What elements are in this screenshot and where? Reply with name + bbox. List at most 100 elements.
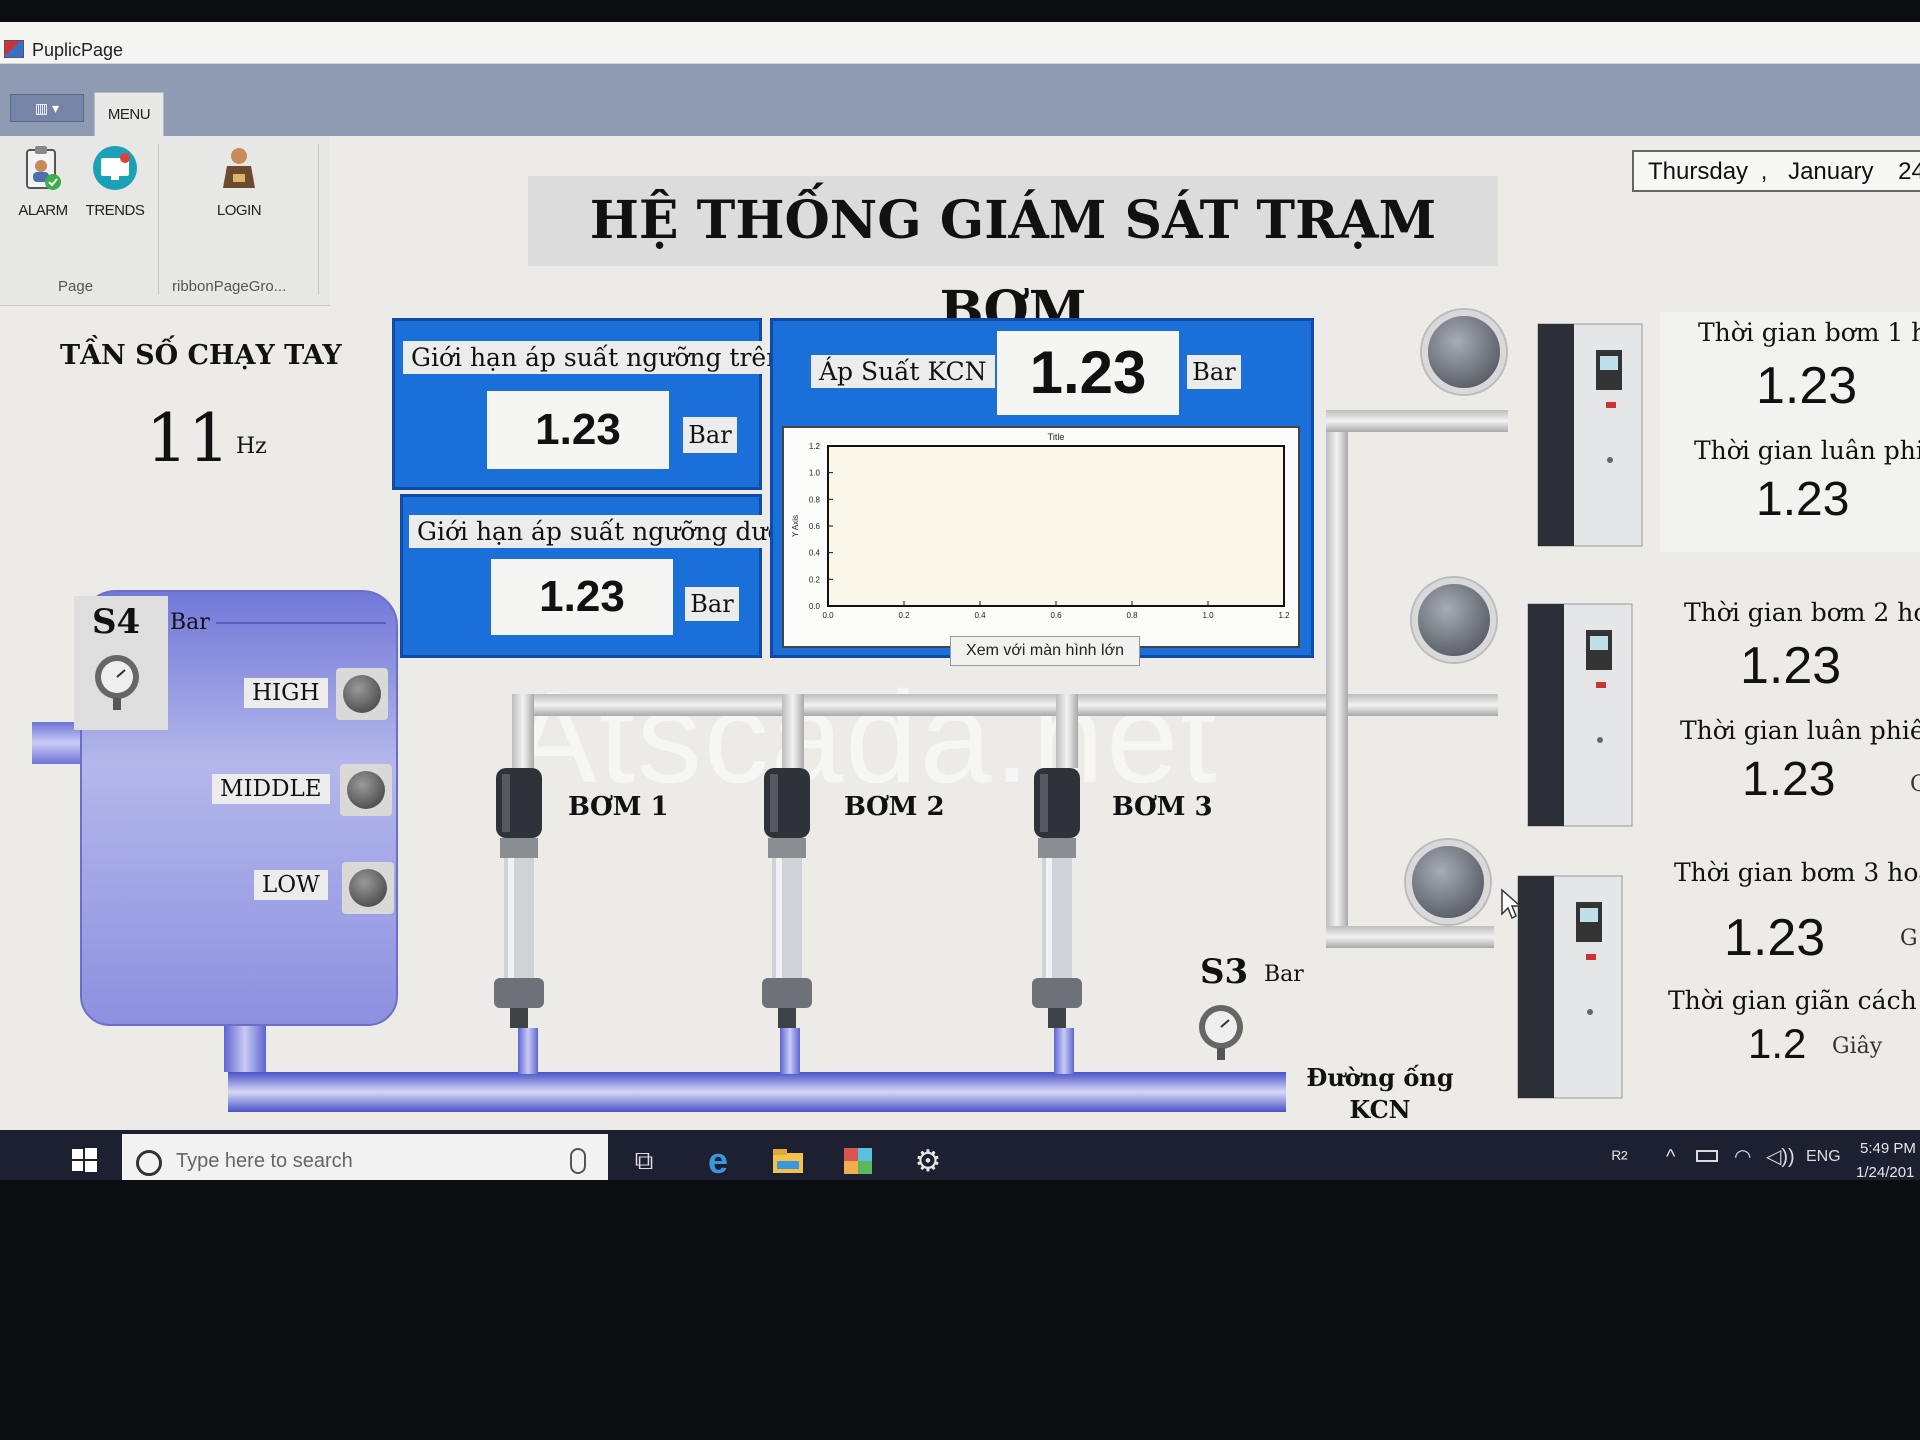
pump1-rotation-label: Thời gian luân phiên xyxy=(1694,436,1920,465)
pump3[interactable] xyxy=(1018,764,1098,1032)
ribbon-body: ALARM TRENDS LOGIN Page ribbonPageGro... xyxy=(0,136,330,306)
chart-svg: Title Y Axis 0.0 0.2 0.4 0.6 0.8 1.0 1.2 0.0 0.2 0.… xyxy=(791,432,1290,620)
app-window: PuplicPage ▥ ▾ MENU ALARM TRENDS LOGIN P… xyxy=(0,22,1920,1180)
edge-browser-icon[interactable]: e xyxy=(698,1140,738,1180)
pressure-gauge-icon xyxy=(1199,1005,1243,1060)
pump2-rotation-unit: G xyxy=(1910,772,1920,797)
settings-gear-icon[interactable]: ⚙ xyxy=(908,1144,948,1178)
chart-x-tick-label: 1.0 xyxy=(1202,611,1214,620)
user-login-icon xyxy=(215,144,263,192)
chart-y-axis-label: Y Axis xyxy=(791,515,800,537)
manual-frequency-label: TẦN SỐ CHẠY TAY xyxy=(60,340,342,371)
upper-limit-panel: Giới hạn áp suất ngưỡng trên 1.23 Bar xyxy=(392,318,791,490)
chart-y-tick-label: 0.2 xyxy=(809,575,821,584)
pump3-run-time-unit: G xyxy=(1900,926,1918,951)
pump2-outlet-pipe xyxy=(780,1028,800,1074)
pump3-gap-time-label: Thời gian giãn cách bơn xyxy=(1668,986,1920,1015)
clock-time[interactable]: 5:49 PM xyxy=(1860,1140,1916,1157)
inverter2-status-lamp xyxy=(1412,578,1496,662)
pump2-rotation-label: Thời gian luân phiên b xyxy=(1680,716,1920,745)
pump2-rotation-value: 1.23 xyxy=(1742,753,1836,806)
microphone-icon[interactable] xyxy=(570,1148,586,1174)
app-icon xyxy=(4,40,24,58)
inverter3[interactable] xyxy=(1510,872,1630,1102)
clipboard-user-icon xyxy=(19,144,67,192)
pump2-run-time-label: Thời gian bơm 2 hoạt xyxy=(1684,598,1920,627)
app-window-icon[interactable] xyxy=(838,1144,878,1178)
upper-limit-value[interactable]: 1.23 xyxy=(487,391,669,469)
pump3-gap-time-value: 1.2 xyxy=(1748,1020,1807,1067)
wifi-icon[interactable]: ◠ xyxy=(1734,1144,1751,1169)
kcn-pressure-label: Áp Suất KCN xyxy=(811,355,995,388)
quick-access-toolbar-button[interactable]: ▥ ▾ xyxy=(10,94,84,122)
pump1-outlet-pipe xyxy=(518,1028,538,1074)
pressure-chart[interactable]: Title Y Axis 0.0 0.2 0.4 0.6 0.8 1.0 1.2 0.0 0.2 0.… xyxy=(782,426,1300,648)
task-view-icon[interactable]: ⧉ xyxy=(624,1144,664,1178)
pump1-run-time-value: 1.23 xyxy=(1756,357,1858,415)
lower-limit-value[interactable]: 1.23 xyxy=(491,559,673,635)
volume-icon[interactable]: ◁)) xyxy=(1766,1144,1795,1169)
pressure-gauge-icon xyxy=(95,655,139,710)
manual-frequency-value: 11 xyxy=(146,400,230,477)
pump2-riser-pipe xyxy=(782,694,804,768)
windows-start-icon[interactable] xyxy=(70,1146,98,1174)
alarm-button[interactable]: ALARM xyxy=(8,144,78,232)
taskbar-search-input[interactable]: Type here to search xyxy=(122,1134,608,1180)
chart-y-tick-label: 0.4 xyxy=(809,549,821,558)
inverter1-status-lamp xyxy=(1422,310,1506,394)
search-placeholder: Type here to search xyxy=(176,1150,353,1172)
upper-limit-label: Giới hạn áp suất ngưỡng trên xyxy=(403,341,791,374)
pump3-run-time-value: 1.23 xyxy=(1724,909,1826,967)
tab-menu[interactable]: MENU xyxy=(94,92,164,136)
pump2[interactable] xyxy=(748,764,828,1032)
level-low-lamp xyxy=(342,862,394,914)
date-day: 24 xyxy=(1898,158,1920,185)
monitor-chart-icon xyxy=(91,144,139,192)
ribbon-tab-strip xyxy=(0,64,1920,136)
people-icon[interactable]: ᴿ² xyxy=(1612,1148,1628,1171)
chart-x-tick-label: 0.2 xyxy=(898,611,910,620)
pump1-rotation-value: 1.23 xyxy=(1756,473,1850,526)
date-month: January xyxy=(1788,158,1874,185)
level-high-lamp xyxy=(336,668,388,720)
s4-connector-line xyxy=(216,622,386,624)
trends-button[interactable]: TRENDS xyxy=(80,144,150,232)
inverter1-feed-pipe xyxy=(1326,410,1508,432)
language-indicator[interactable]: ENG xyxy=(1806,1148,1841,1166)
pump3-label: BƠM 3 xyxy=(1112,792,1213,822)
cortana-icon xyxy=(136,1150,162,1176)
ribbon-separator xyxy=(318,144,319,294)
clock-date[interactable]: 1/24/201 xyxy=(1856,1164,1914,1180)
trends-button-label: TRENDS xyxy=(85,202,145,219)
inverter2[interactable] xyxy=(1520,600,1640,830)
chart-x-tick-label: 0.6 xyxy=(1050,611,1062,620)
lower-limit-label: Giới hạn áp suất ngưỡng dưới xyxy=(409,515,799,548)
date-picker[interactable]: Thursday , January 24 xyxy=(1632,150,1920,192)
s4-sensor-unit: Bar xyxy=(170,610,210,635)
level-middle-lamp xyxy=(340,764,392,816)
pump1-riser-pipe xyxy=(512,694,534,768)
s3-sensor-unit: Bar xyxy=(1264,962,1304,987)
kcn-pressure-value: 1.23 xyxy=(997,331,1179,415)
chart-x-tick-label: 0.8 xyxy=(1126,611,1138,620)
battery-icon[interactable] xyxy=(1696,1150,1718,1162)
chart-x-tick-label: 0.0 xyxy=(822,611,834,620)
page-title: HỆ THỐNG GIÁM SÁT TRẠM BƠM xyxy=(528,176,1498,341)
watermark: Atscada.net xyxy=(510,664,1219,810)
manual-frequency-unit: Hz xyxy=(236,434,267,459)
pump1-run-time-label: Thời gian bơm 1 ho xyxy=(1698,318,1920,347)
level-low-label: LOW xyxy=(254,870,328,900)
inverter1[interactable] xyxy=(1530,320,1650,550)
upper-limit-unit: Bar xyxy=(683,417,737,453)
pump1[interactable] xyxy=(480,764,560,1032)
chart-x-tick-label: 1.2 xyxy=(1278,611,1290,620)
file-explorer-icon[interactable] xyxy=(768,1144,808,1178)
pump1-label: BƠM 1 xyxy=(568,792,669,822)
chevron-up-icon[interactable]: ^ xyxy=(1666,1146,1675,1169)
tank-outlet-pipe xyxy=(224,1026,266,1072)
level-middle-label: MIDDLE xyxy=(212,774,330,804)
kcn-pipe-label: Đường ống KCN xyxy=(1300,1062,1460,1126)
login-button[interactable]: LOGIN xyxy=(204,144,274,232)
pump1-time-card: Thời gian bơm 1 ho 1.23 Thời gian luân p… xyxy=(1660,312,1920,552)
pump3-gap-time-unit: Giây xyxy=(1832,1034,1883,1059)
